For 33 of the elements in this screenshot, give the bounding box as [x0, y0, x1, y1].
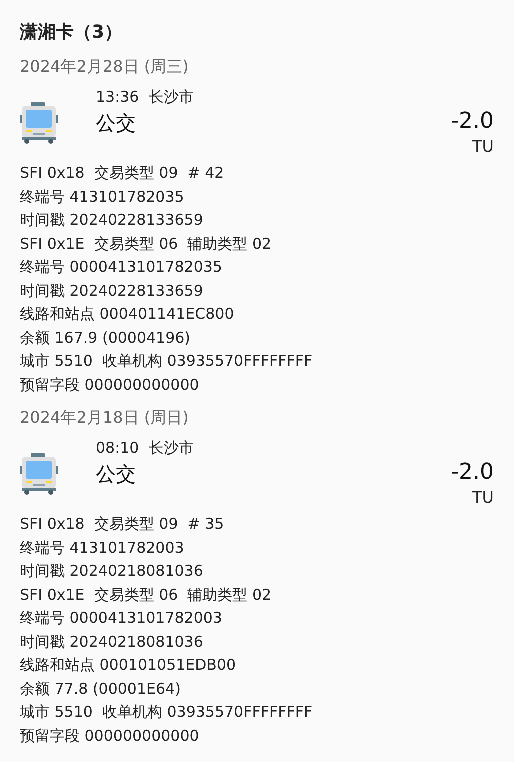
- date-header: 2024年2月28日 (周三): [20, 56, 190, 78]
- detail-line: 终端号 413101782035: [20, 186, 186, 208]
- transaction-time: 08:10 长沙市: [96, 438, 195, 459]
- detail-line: 终端号 0000413101782035: [20, 257, 224, 278]
- detail-line: 时间戳 20240218081036: [20, 632, 204, 652]
- detail-line: 线路和站点 000401141EC800: [20, 304, 236, 325]
- detail-line: 余额 77.8 (00001E64): [20, 678, 182, 700]
- detail-line: SFI 0x18 交易类型 09 # 35: [20, 514, 226, 535]
- bus-icon: [20, 453, 61, 495]
- detail-line: 预留字段 000000000000: [20, 374, 200, 396]
- detail-line: 终端号 0000413101782003: [20, 608, 224, 629]
- transaction-amount: -2.0: [451, 459, 494, 487]
- detail-line: 线路和站点 000101051EDB00: [20, 655, 238, 676]
- detail-line: 城市 5510 收单机构 03935570FFFFFFFF: [20, 351, 314, 372]
- date-header: 2024年2月18日 (周日): [20, 407, 190, 429]
- detail-line: 余额 167.9 (00004196): [20, 328, 192, 348]
- detail-line: SFI 0x1E 交易类型 06 辅助类型 02: [20, 584, 273, 606]
- detail-line: 时间戳 20240228133659: [20, 280, 204, 302]
- card-title: 潇湘卡（3）: [20, 21, 124, 45]
- detail-line: 城市 5510 收单机构 03935570FFFFFFFF: [20, 702, 314, 723]
- detail-line: SFI 0x1E 交易类型 06 辅助类型 02: [20, 234, 273, 254]
- transaction-time: 13:36 长沙市: [96, 87, 195, 108]
- currency-unit: TU: [472, 136, 494, 158]
- currency-unit: TU: [472, 487, 494, 509]
- detail-line: 时间戳 20240218081036: [20, 561, 204, 582]
- detail-line: SFI 0x18 交易类型 09 # 42: [20, 163, 226, 184]
- transaction-name: 公交: [96, 110, 137, 137]
- detail-line: 时间戳 20240228133659: [20, 210, 204, 231]
- bus-icon: [20, 102, 61, 144]
- detail-line: 终端号 413101782003: [20, 538, 186, 558]
- transaction-amount: -2.0: [451, 108, 494, 136]
- detail-line: 预留字段 000000000000: [20, 726, 200, 746]
- transaction-name: 公交: [96, 461, 137, 488]
